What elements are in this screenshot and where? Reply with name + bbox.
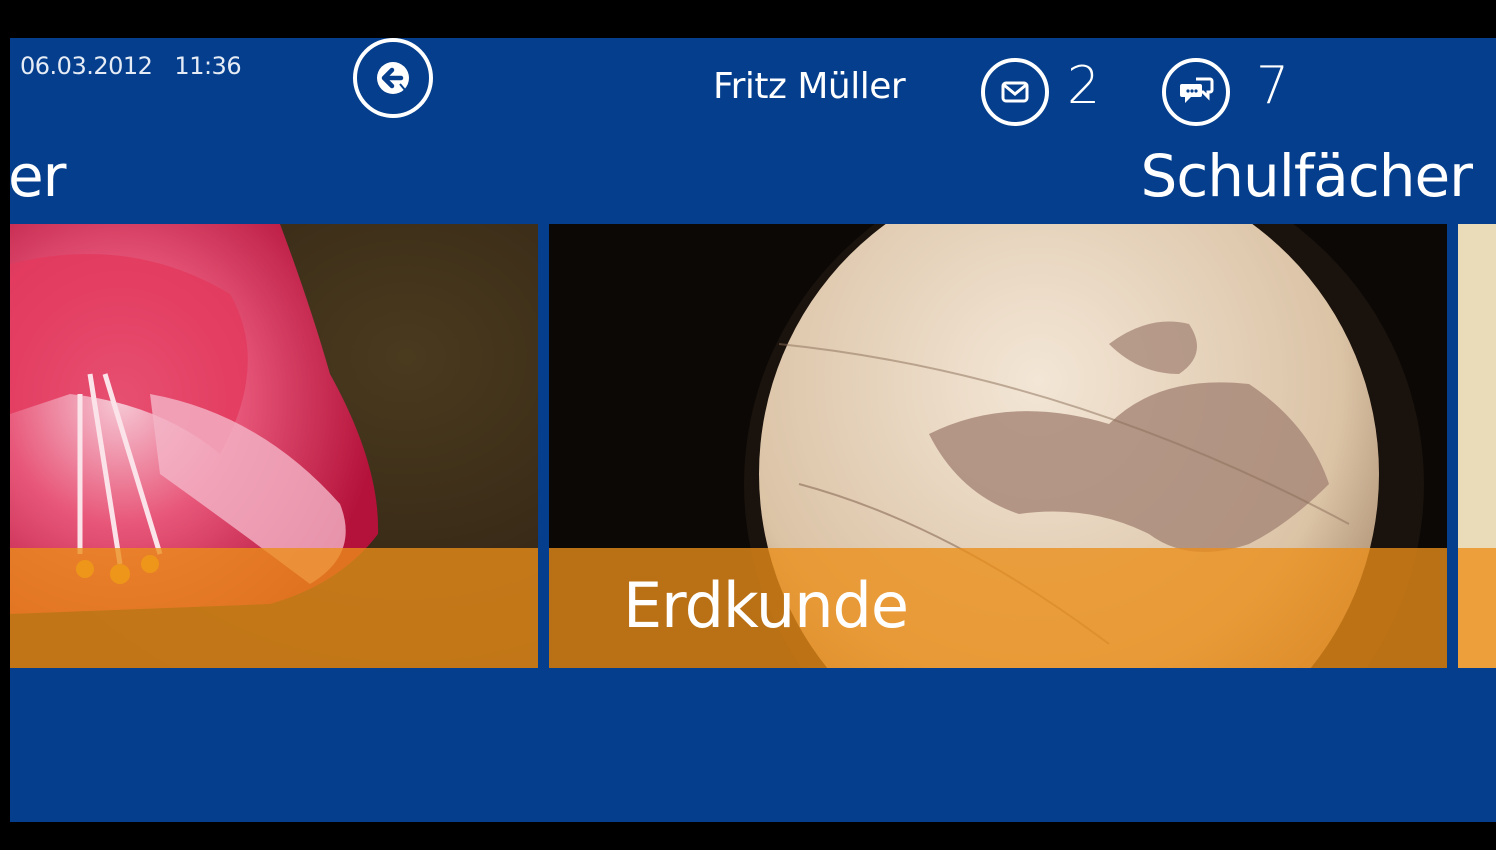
status-clock: 06.03.2012 11:36	[20, 52, 242, 80]
subject-tile-next[interactable]	[1458, 224, 1496, 668]
app-window: 06.03.2012 11:36 Fritz Müller 2 7 er Schu…	[10, 38, 1496, 822]
back-arrow-icon	[377, 62, 409, 94]
tile-label-band	[10, 548, 538, 668]
messages-count: 2	[1067, 56, 1101, 116]
back-button[interactable]	[353, 38, 433, 118]
date-text: 06.03.2012	[20, 52, 153, 80]
section-title[interactable]: Schulfächer	[1141, 142, 1473, 210]
tile-label-band	[1458, 548, 1496, 668]
chats-count: 7	[1256, 56, 1290, 116]
subject-tile-erdkunde[interactable]: Erdkunde	[549, 224, 1447, 668]
time-text: 11:36	[174, 52, 242, 80]
user-name[interactable]: Fritz Müller	[713, 66, 906, 107]
chat-bubbles-icon	[1180, 77, 1214, 103]
tile-label: Erdkunde	[623, 569, 909, 642]
subject-tile-biology[interactable]	[10, 224, 538, 668]
chats-button[interactable]	[1162, 58, 1230, 126]
messages-button[interactable]	[981, 58, 1049, 126]
previous-section-title[interactable]: er	[10, 142, 67, 210]
envelope-icon	[1001, 81, 1029, 103]
